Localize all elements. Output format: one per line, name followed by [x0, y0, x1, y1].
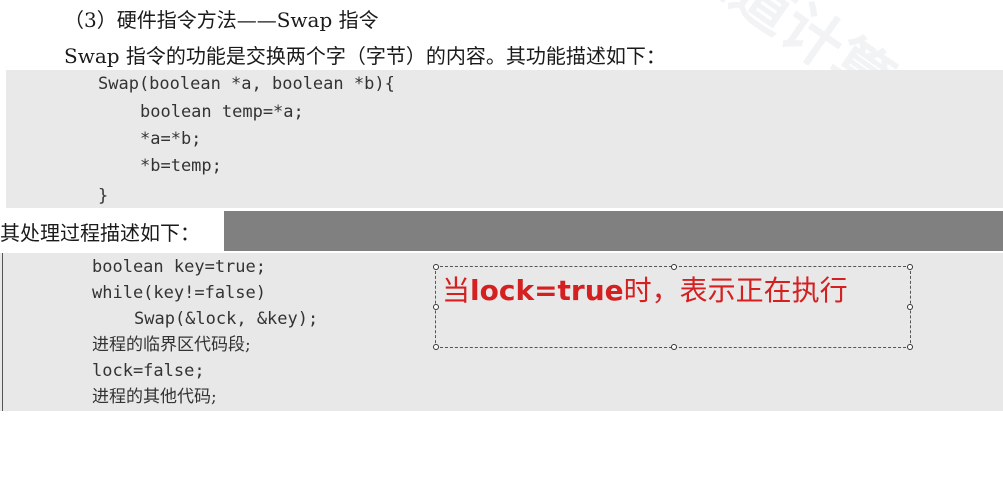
code-line: boolean key=true; [92, 257, 266, 277]
resize-handle[interactable] [433, 304, 439, 310]
resize-handle[interactable] [907, 344, 913, 350]
section-intro: Swap 指令的功能是交换两个字（字节）的内容。其功能描述如下： [64, 44, 666, 68]
annotation-code: lock=true [470, 274, 624, 307]
resize-handle[interactable] [671, 344, 677, 350]
swap-code-block: Swap(boolean *a, boolean *b){ boolean te… [6, 70, 1003, 208]
resize-handle[interactable] [907, 264, 913, 270]
code-line: 进程的临界区代码段; [92, 335, 251, 355]
annotation-suffix: 时，表示正在执行 [623, 274, 848, 307]
annotation-textbox[interactable]: 当lock=true时，表示正在执行 [433, 264, 913, 350]
code-line: while(key!=false) [92, 283, 266, 303]
resize-handle[interactable] [671, 264, 677, 270]
process-label: 其处理过程描述如下： [0, 218, 200, 248]
code-line: *b=temp; [140, 156, 222, 176]
resize-handle[interactable] [433, 264, 439, 270]
annotation-text: 当lock=true时，表示正在执行 [442, 273, 848, 309]
code-line: Swap(boolean *a, boolean *b){ [98, 74, 395, 94]
code-line: Swap(&lock, &key); [134, 309, 319, 329]
code-line: boolean temp=*a; [140, 102, 304, 122]
left-rule [2, 253, 3, 411]
section-heading: （3）硬件指令方法——Swap 指令 [64, 8, 379, 32]
resize-handle[interactable] [907, 304, 913, 310]
code-line: } [98, 186, 109, 206]
code-line: 进程的其他代码; [92, 387, 217, 407]
resize-handle[interactable] [433, 344, 439, 350]
code-line: *a=*b; [140, 129, 202, 149]
code-line: lock=false; [92, 361, 205, 381]
divider-bar [224, 211, 1003, 251]
annotation-prefix: 当 [442, 274, 471, 307]
